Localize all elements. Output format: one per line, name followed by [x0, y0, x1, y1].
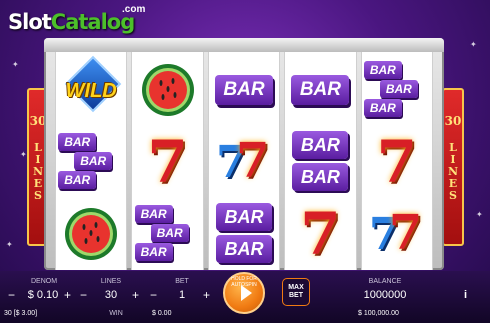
reel-cell: 7	[285, 198, 355, 270]
hold-autospin-label: HOLD FOR AUTOSPIN	[231, 276, 257, 288]
lines-plus-button[interactable]: +	[132, 288, 139, 302]
red-seven-icon: 7	[300, 200, 341, 268]
max-bet-button[interactable]: MAX BET	[282, 278, 310, 306]
logo-slot-text: Slot	[8, 10, 52, 34]
right-lines-label: LINES	[447, 141, 459, 202]
reel-cell: 7	[362, 126, 432, 198]
win-label: WIN	[109, 310, 123, 317]
bet-value: 1	[178, 289, 186, 301]
balance-label: BALANCE	[368, 278, 402, 285]
reel-cell: 77	[209, 126, 279, 198]
right-lines-panel: 30 LINES	[442, 88, 464, 246]
sparkle-icon: ✦	[6, 240, 13, 249]
wild-icon: WILD	[59, 55, 123, 122]
red-seven-icon: 7	[376, 128, 417, 196]
triple-bar-icon: BAR BAR BAR	[362, 59, 432, 121]
double-bar-icon: BAR BAR	[212, 201, 276, 267]
reel-cell: 77	[362, 198, 432, 270]
reel-frame-top	[44, 38, 444, 52]
red-seven-icon: 7	[147, 128, 188, 196]
lines-label: LINES	[100, 278, 122, 285]
reel-4: BAR BAR BAR 7	[284, 52, 357, 270]
reel-cell: BAR BAR	[285, 126, 355, 198]
denom-plus-button[interactable]: +	[64, 288, 71, 302]
reel-cell: BAR	[285, 54, 355, 126]
info-button[interactable]: i	[464, 289, 467, 301]
reel-cell: BAR	[209, 54, 279, 126]
single-bar-icon: BAR	[291, 75, 350, 105]
reel-2: 7 BAR BAR BAR	[131, 52, 204, 270]
reel-cell: 7	[132, 126, 202, 198]
reel-cell: WILD	[56, 54, 126, 126]
right-lines-number: 30	[444, 114, 462, 128]
reel-3: BAR 77 BAR BAR	[207, 52, 281, 270]
reel-cell	[132, 54, 202, 126]
reel-cell: BAR BAR BAR	[362, 54, 432, 126]
triple-bar-icon: BAR BAR BAR	[133, 203, 203, 265]
reel-5: BAR BAR BAR 7 77	[360, 52, 434, 270]
denom-label: DENOM	[30, 278, 58, 285]
watermelon-icon	[141, 64, 194, 116]
balance-money-value: $ 100,000.00	[358, 310, 399, 317]
balance-value: 1000000	[363, 289, 407, 301]
reel-cell: BAR BAR BAR	[56, 126, 126, 198]
sparkle-icon: ✦	[20, 150, 27, 159]
bet-plus-button[interactable]: +	[203, 288, 210, 302]
reels-area: WILD BAR BAR BAR 7 BAR BAR BAR BAR 7 7 B…	[55, 52, 434, 270]
logo-com-text: .com	[122, 4, 146, 15]
sparkle-icon: ✦	[470, 40, 477, 49]
bet-label: BET	[175, 278, 189, 285]
reel-1: WILD BAR BAR BAR	[55, 52, 128, 270]
reel-cell: BAR BAR	[209, 198, 279, 270]
reel-cell: BAR BAR BAR	[132, 198, 202, 270]
reel-cell	[56, 198, 126, 270]
win-value: $ 0.00	[152, 310, 172, 317]
denom-minus-button[interactable]: −	[8, 288, 15, 302]
total-bet-value: 30 [$ 3.00]	[4, 310, 38, 317]
bet-minus-button[interactable]: −	[150, 288, 157, 302]
denom-value: $ 0.10	[27, 289, 59, 301]
sparkle-icon: ✦	[12, 60, 19, 69]
triple-bar-icon: BAR BAR BAR	[56, 131, 126, 193]
blue-red-seven-icon: 77	[216, 133, 270, 189]
lines-minus-button[interactable]: −	[80, 288, 87, 302]
single-bar-icon: BAR	[215, 75, 274, 105]
lines-value: 30	[104, 289, 118, 301]
watermelon-icon	[65, 208, 118, 260]
sparkle-icon: ✦	[476, 210, 483, 219]
blue-red-seven-icon: 77	[368, 205, 423, 261]
double-bar-icon: BAR BAR	[288, 129, 352, 195]
